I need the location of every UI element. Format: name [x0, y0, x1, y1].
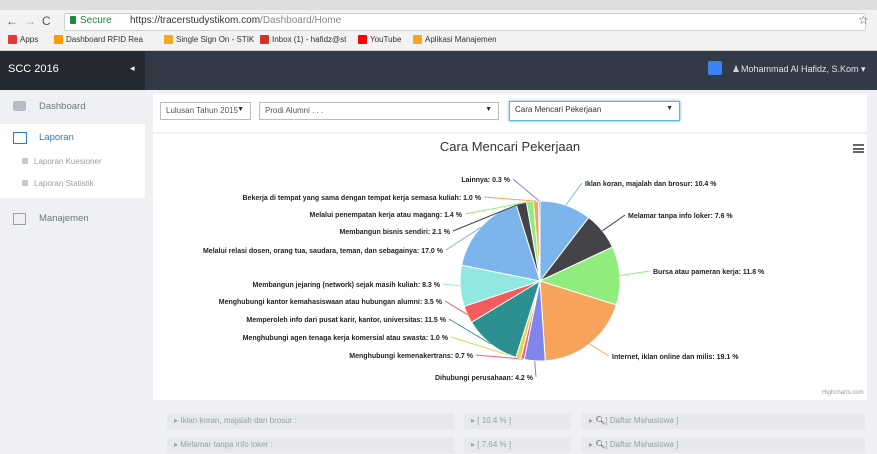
row-value: [ 7.64 % ]: [477, 440, 512, 449]
row-label: Iklan koran, majalah dan brosur :: [180, 416, 297, 425]
search-icon: 🔍︎: [595, 440, 606, 449]
pie-data-label: Memperoleh info dari pusat karir, kantor…: [246, 317, 446, 324]
label-connector: [602, 214, 626, 232]
pie-data-label: Iklan koran, majalah dan brosur: 10.4 %: [585, 181, 717, 188]
label-connector: [619, 270, 651, 277]
pie-data-label: Melalui relasi dosen, orang tua, saudara…: [203, 248, 444, 255]
label-connector: [483, 196, 537, 202]
pie-data-label: Bursa atau pameran kerja: 11.8 %: [653, 269, 765, 276]
pie-data-label: Membangun jejaring (network) sejak masih…: [253, 282, 441, 289]
table-row-label: ▸ Melamar tanpa info loker :: [167, 437, 454, 453]
table-row-label: ▸ Iklan koran, majalah dan brosur :: [167, 413, 454, 429]
daftar-mahasiswa-link[interactable]: ▸ 🔍︎[ Daftar Mahasiswa ]: [582, 437, 865, 453]
row-label: Melamar tanpa info loker :: [180, 440, 273, 449]
pie-data-label: Melamar tanpa info loker: 7.6 %: [628, 213, 733, 220]
search-icon: 🔍︎: [595, 416, 606, 425]
row-action-label: [ Daftar Mahasiswa ]: [605, 416, 679, 425]
pie-data-label: Menghubungi kantor kemahasiswaan atau hu…: [219, 299, 443, 306]
pie-data-label: Lainnya: 0.3 %: [461, 177, 510, 184]
label-connector: [565, 182, 583, 206]
pie-data-label: Membangun bisnis sendiri: 2.1 %: [340, 229, 451, 236]
daftar-mahasiswa-link[interactable]: ▸ 🔍︎[ Daftar Mahasiswa ]: [582, 413, 865, 429]
pie-data-label: Melalui penempatan kerja atau magang: 1.…: [310, 212, 463, 219]
pie-data-label: Menghubungi agen tenaga kerja komersial …: [243, 335, 449, 342]
pie-data-label: Internet, iklan online dan milis: 19.1 %: [612, 354, 739, 361]
row-value: [ 10.4 % ]: [477, 416, 512, 425]
pie-data-label: Menghubungi kemenakertrans: 0.7 %: [349, 353, 473, 360]
row-action-label: [ Daftar Mahasiswa ]: [605, 440, 679, 449]
table-row-value: ▸ [ 10.4 % ]: [464, 413, 571, 429]
label-connector: [589, 343, 610, 357]
table-row-value: ▸ [ 7.64 % ]: [464, 437, 571, 453]
label-connector: [512, 178, 540, 202]
chart-credits[interactable]: Highcharts.com: [822, 390, 864, 396]
pie-chart: Iklan koran, majalah dan brosur: 10.4 % M…: [203, 177, 765, 382]
pie-data-label: Bekerja di tempat yang sama dengan tempa…: [243, 195, 482, 202]
label-connector: [534, 360, 537, 378]
pie-data-label: Dihubungi perusahaan: 4.2 %: [435, 375, 534, 382]
label-connector: [442, 283, 461, 287]
